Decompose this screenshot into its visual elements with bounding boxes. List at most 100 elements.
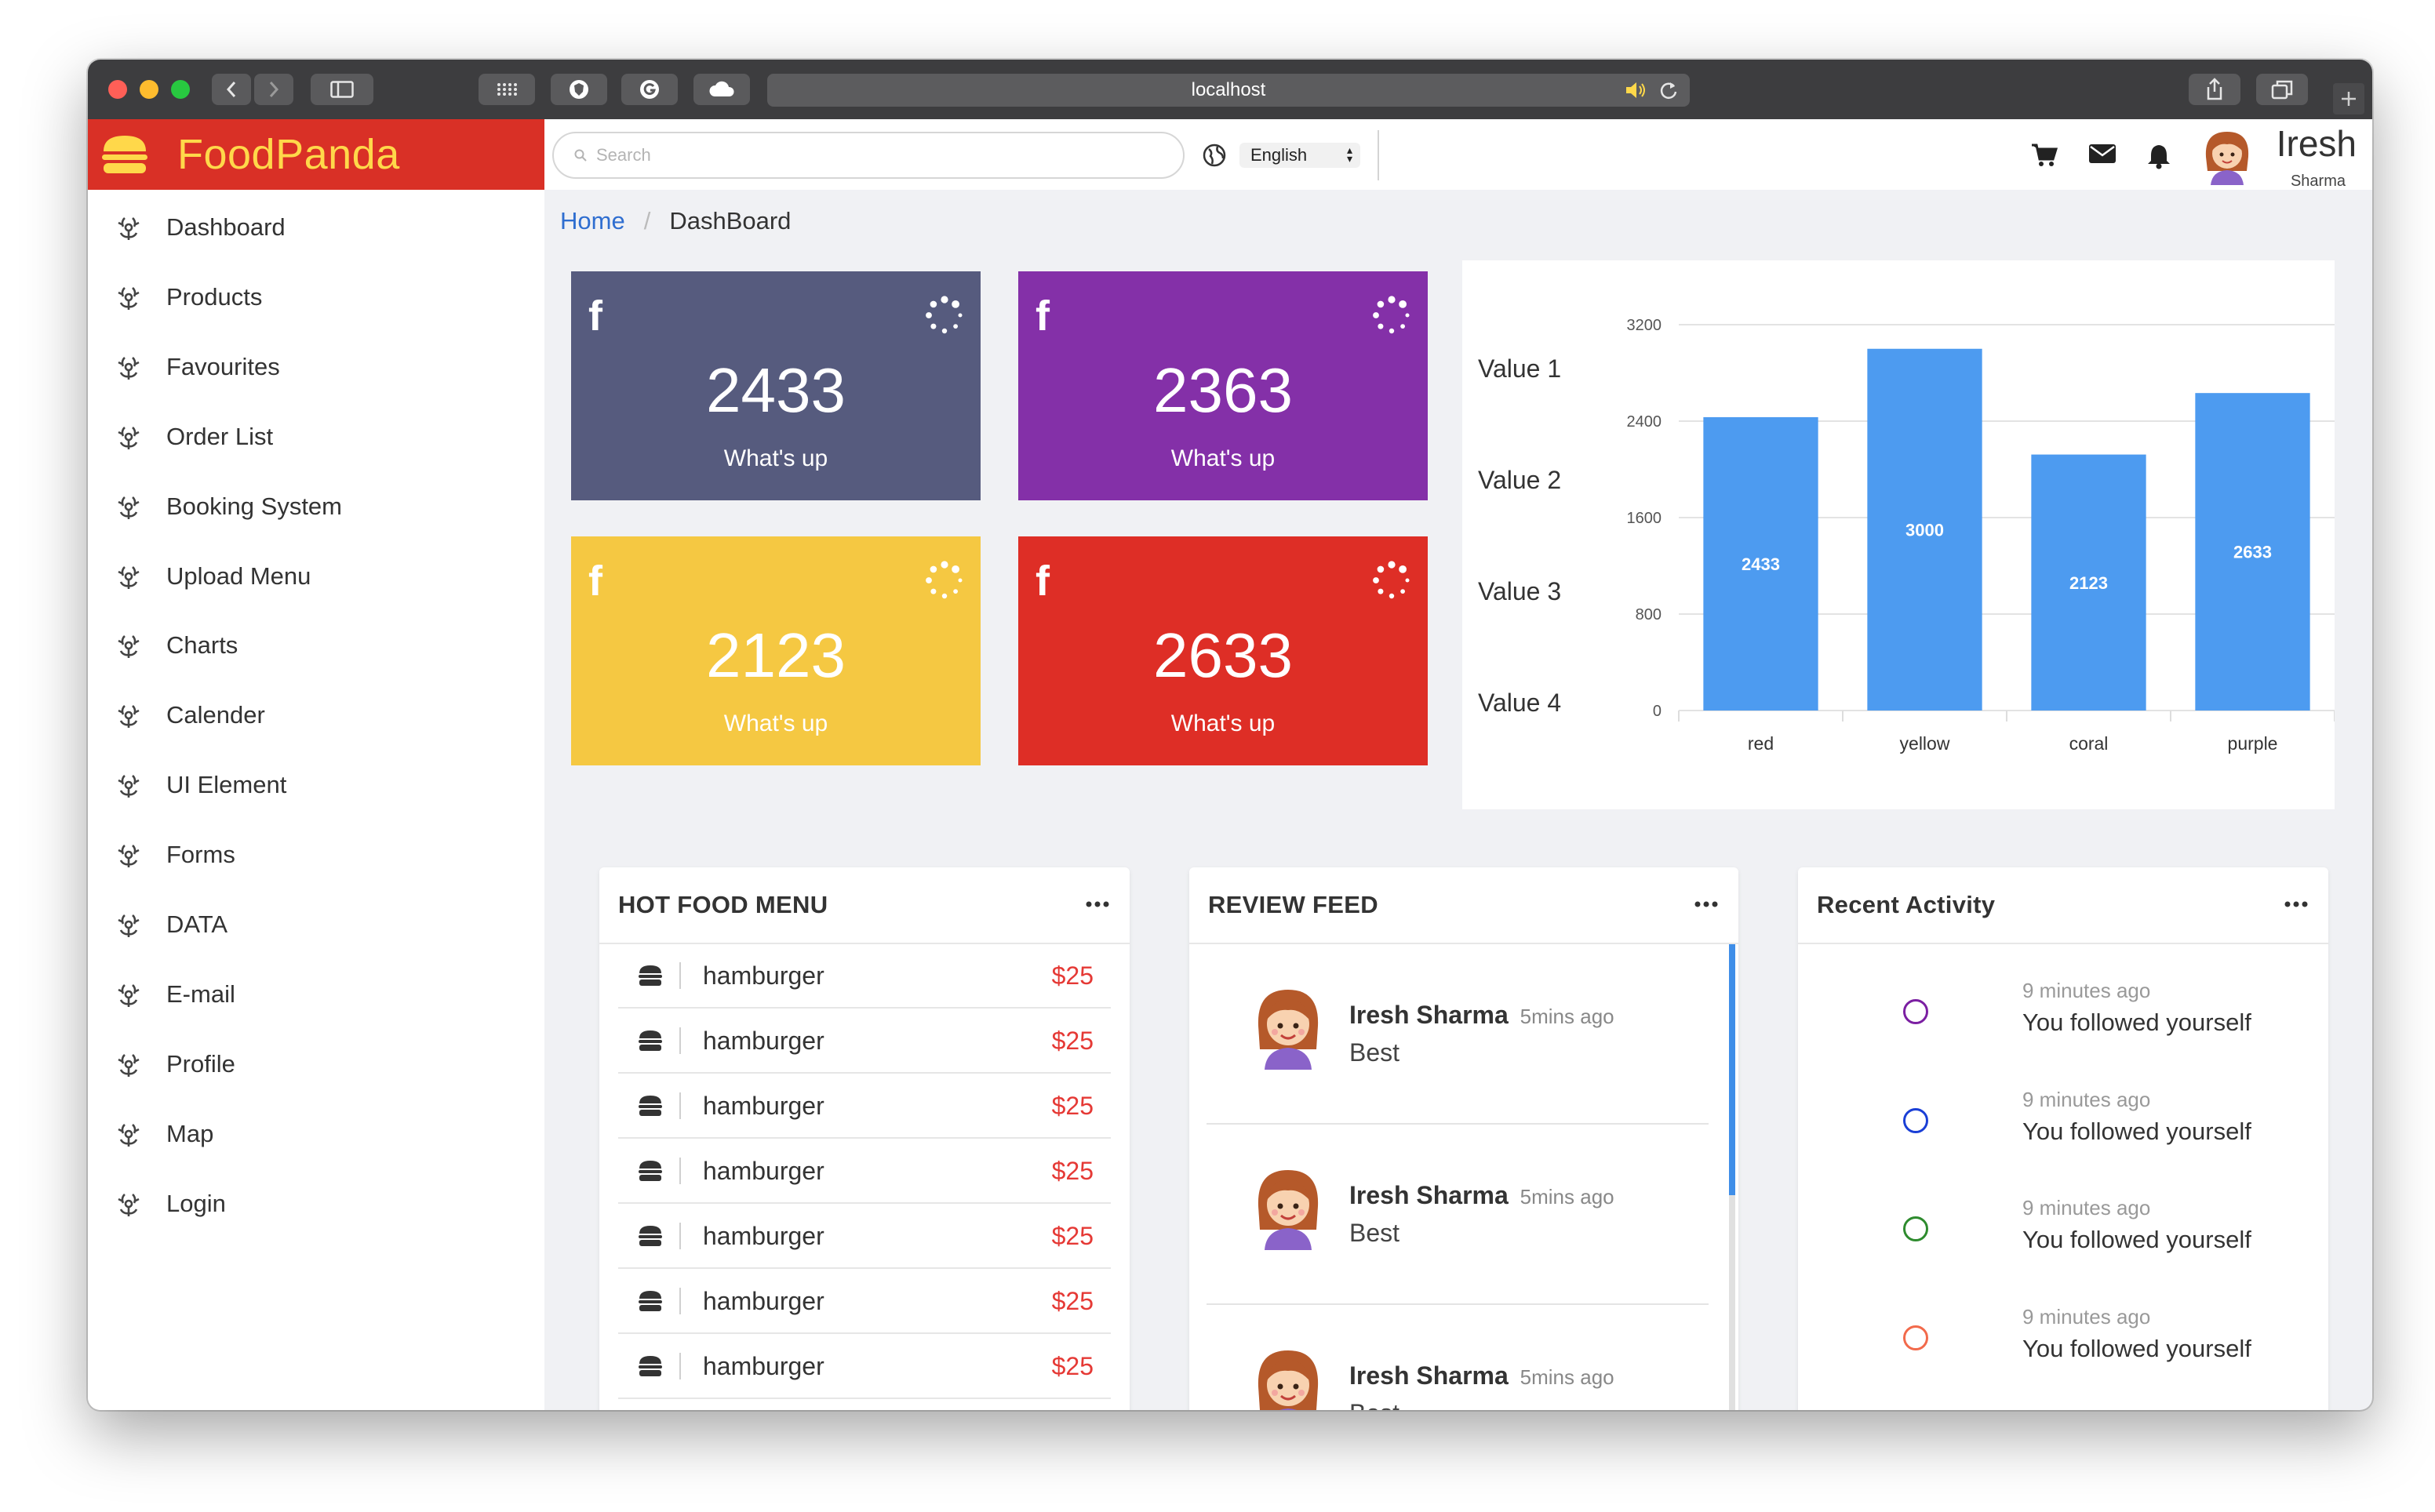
more-options-button[interactable] bbox=[1084, 891, 1111, 918]
stat-value: 2433 bbox=[706, 355, 846, 425]
timeline-dot bbox=[1903, 1325, 1928, 1350]
stat-card[interactable]: f 2363 What's up bbox=[1018, 271, 1428, 500]
forward-button[interactable] bbox=[254, 74, 293, 105]
y-tick-label: 0 bbox=[1653, 703, 1662, 720]
review-text: Best bbox=[1349, 1399, 1399, 1410]
review-item[interactable]: Iresh Sharma 5mins ago Best bbox=[1207, 944, 1709, 1125]
facebook-icon: f bbox=[588, 293, 602, 340]
mail-icon[interactable] bbox=[2088, 143, 2117, 165]
zoom-window-button[interactable] bbox=[171, 80, 190, 99]
food-menu-item[interactable]: hamburger $25 bbox=[618, 1009, 1111, 1074]
grammarly-button[interactable] bbox=[621, 74, 678, 105]
food-menu-item[interactable]: hamburger $25 bbox=[618, 1139, 1111, 1204]
food-price: $25 bbox=[1051, 961, 1094, 990]
sidebar-item-booking-system[interactable]: Booking System bbox=[88, 472, 544, 541]
brand-name: FoodPanda bbox=[177, 131, 400, 178]
sidebar-item-label: Login bbox=[166, 1189, 226, 1217]
breadcrumb-home-link[interactable]: Home bbox=[560, 207, 625, 235]
review-item[interactable]: Iresh Sharma 5mins ago Best bbox=[1207, 1305, 1709, 1410]
food-name: hamburger bbox=[703, 1026, 824, 1055]
sidebar: Dashboard Products Favourites Order List Boo… bbox=[88, 190, 544, 1410]
activity-item: 9 minutes ago You followed yourself bbox=[1798, 1196, 2328, 1304]
food-price: $25 bbox=[1051, 1091, 1094, 1120]
sidebar-item-upload-menu[interactable]: Upload Menu bbox=[88, 542, 544, 611]
cart-icon[interactable] bbox=[2030, 143, 2058, 168]
reload-icon[interactable] bbox=[1658, 80, 1679, 100]
more-options-button[interactable] bbox=[1693, 891, 1720, 918]
review-item[interactable]: Iresh Sharma 5mins ago Best bbox=[1207, 1125, 1709, 1305]
search-input[interactable] bbox=[596, 145, 1145, 165]
new-tab-button[interactable] bbox=[2333, 83, 2364, 114]
y-tick-label: 2400 bbox=[1627, 413, 1662, 431]
panel-header: HOT FOOD MENU bbox=[599, 867, 1130, 944]
stat-value: 2633 bbox=[1153, 620, 1293, 690]
sidebar-item-label: Calender bbox=[166, 701, 265, 729]
sidebar-item-map[interactable]: Map bbox=[88, 1099, 544, 1169]
sidebar-item-charts[interactable]: Charts bbox=[88, 611, 544, 680]
sidebar-item-label: Products bbox=[166, 282, 263, 311]
sidebar-item-dashboard[interactable]: Dashboard bbox=[88, 193, 544, 262]
cloud-button[interactable] bbox=[693, 74, 750, 105]
sidebar-item-e-mail[interactable]: E-mail bbox=[88, 960, 544, 1029]
food-menu-item[interactable]: hamburger $25 bbox=[618, 1270, 1111, 1334]
minimize-window-button[interactable] bbox=[140, 80, 158, 99]
food-menu-item[interactable]: hamburger $25 bbox=[618, 944, 1111, 1009]
sidebar-item-label: Order List bbox=[166, 422, 274, 450]
extension-button[interactable] bbox=[551, 74, 607, 105]
browser-toolbar: localhost bbox=[88, 60, 2372, 119]
divider bbox=[1378, 130, 1379, 180]
sidebar-item-login[interactable]: Login bbox=[88, 1169, 544, 1238]
review-scrollbar[interactable] bbox=[1729, 944, 1735, 1410]
sidebar-item-data[interactable]: DATA bbox=[88, 890, 544, 959]
food-price: $25 bbox=[1051, 1026, 1094, 1055]
x-tick-label: purple bbox=[2228, 733, 2278, 754]
facebook-icon: f bbox=[1036, 558, 1050, 605]
more-options-button[interactable] bbox=[2283, 891, 2309, 918]
burger-icon bbox=[639, 1096, 662, 1116]
food-menu-item[interactable]: hamburger $25 bbox=[618, 1335, 1111, 1399]
share-button[interactable] bbox=[2189, 74, 2240, 105]
bar-chart-card: Value 1 Value 2 Value 3 Value 4 0 800 1600… bbox=[1462, 260, 2335, 809]
address-bar[interactable]: localhost bbox=[767, 74, 1690, 107]
stat-card[interactable]: f 2123 What's up bbox=[571, 536, 981, 765]
close-window-button[interactable] bbox=[108, 80, 127, 99]
sidebar-item-forms[interactable]: Forms bbox=[88, 820, 544, 889]
cloud-icon bbox=[709, 81, 734, 96]
tabs-button[interactable] bbox=[2256, 74, 2308, 105]
brand-header[interactable]: FoodPanda bbox=[88, 119, 544, 190]
user-name[interactable]: Iresh bbox=[2277, 122, 2357, 165]
user-avatar[interactable] bbox=[2200, 125, 2255, 185]
divider bbox=[679, 1027, 681, 1054]
sidebar-item-profile[interactable]: Profile bbox=[88, 1030, 544, 1099]
select-arrows-icon: ▴ ▾ bbox=[1346, 144, 1352, 165]
divider bbox=[679, 1223, 681, 1249]
panel-title: Recent Activity bbox=[1817, 891, 1996, 918]
sidebar-item-ui-element[interactable]: UI Element bbox=[88, 751, 544, 820]
scrollbar-thumb[interactable] bbox=[1729, 944, 1735, 1195]
stat-card[interactable]: f 2433 What's up bbox=[571, 271, 981, 500]
speaker-icon[interactable] bbox=[1624, 80, 1647, 100]
sidebar-item-label: UI Element bbox=[166, 771, 287, 799]
search-box[interactable] bbox=[552, 132, 1185, 179]
sidebar-item-products[interactable]: Products bbox=[88, 263, 544, 332]
chevron-right-icon bbox=[269, 82, 279, 97]
sidebar-toggle-button[interactable] bbox=[311, 74, 373, 105]
sidebar-item-calender[interactable]: Calender bbox=[88, 681, 544, 750]
food-menu-item[interactable]: hamburger $25 bbox=[618, 1205, 1111, 1269]
back-button[interactable] bbox=[212, 74, 251, 105]
reviewer-name: Iresh Sharma 5mins ago bbox=[1349, 1001, 1614, 1030]
biohazard-icon bbox=[118, 775, 140, 798]
bell-icon[interactable] bbox=[2146, 143, 2171, 169]
stat-card[interactable]: f 2633 What's up bbox=[1018, 536, 1428, 765]
sidebar-item-label: Dashboard bbox=[166, 213, 286, 241]
biohazard-icon bbox=[118, 635, 140, 659]
activity-time: 9 minutes ago bbox=[2022, 1304, 2151, 1328]
sidebar-item-order-list[interactable]: Order List bbox=[88, 402, 544, 471]
food-menu-item[interactable]: hamburger $25 bbox=[618, 1074, 1111, 1139]
language-select[interactable]: English ▴ ▾ bbox=[1239, 143, 1360, 168]
stat-value: 2123 bbox=[706, 620, 846, 690]
globe-icon bbox=[1203, 144, 1226, 167]
sidebar-item-favourites[interactable]: Favourites bbox=[88, 333, 544, 402]
tab-overview-button[interactable] bbox=[479, 74, 535, 105]
stat-label: What's up bbox=[1170, 445, 1276, 471]
